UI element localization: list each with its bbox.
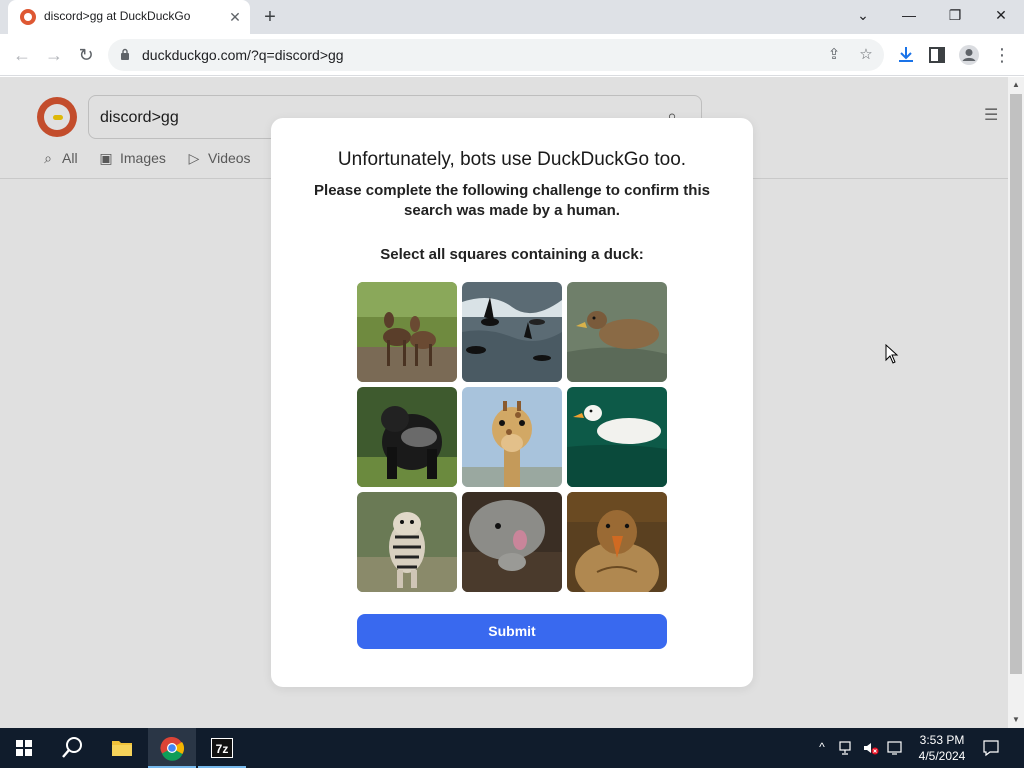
tab-title: discord>gg at DuckDuckGo [44,9,191,23]
windows-logo-icon [16,740,32,756]
challenge-tile-white-duck[interactable] [567,387,667,487]
duckduckgo-favicon-icon [20,9,36,25]
chrome-icon [160,736,185,761]
tab-strip: discord>gg at DuckDuckGo ✕ + ⌄ — ❐ ✕ [0,0,1024,34]
challenge-image-grid [357,282,667,592]
profile-avatar-icon[interactable] [958,44,980,66]
bookmark-star-icon[interactable]: ☆ [856,45,876,65]
share-icon[interactable]: ⇪ [824,45,844,65]
svg-text:7z: 7z [216,742,229,756]
close-window-button[interactable]: ✕ [978,0,1024,30]
scroll-thumb[interactable] [1010,94,1022,674]
challenge-tile-antelopes[interactable] [357,282,457,382]
taskbar-7zip[interactable]: 7z [198,728,246,768]
browser-toolbar: ← → ↻ duckduckgo.com/?q=discord>gg ⇪ ☆ ⋮ [0,34,1024,76]
tab-search-button[interactable]: ⌄ [840,0,886,30]
dialog-title: Unfortunately, bots use DuckDuckGo too. [337,149,687,170]
tray-chevron-icon[interactable]: ^ [814,740,830,756]
bot-challenge-dialog: Unfortunately, bots use DuckDuckGo too. … [271,118,753,687]
submit-button[interactable]: Submit [357,614,667,649]
7zip-icon: 7z [211,738,233,758]
browser-tab[interactable]: discord>gg at DuckDuckGo ✕ [8,0,250,34]
taskbar-search-button[interactable] [48,728,96,768]
challenge-tile-giraffe[interactable] [462,387,562,487]
page-scrollbar[interactable]: ▲ ▼ [1008,77,1024,728]
dialog-subtitle: Please complete the following challenge … [314,182,710,219]
windows-start-button[interactable] [0,728,48,768]
side-panel-icon[interactable] [926,44,948,66]
notification-center-icon[interactable] [982,739,1000,757]
scroll-down-arrow-icon[interactable]: ▼ [1008,712,1024,728]
minimize-button[interactable]: — [886,0,932,30]
restore-button[interactable]: ❐ [932,0,978,30]
taskbar-clock[interactable]: 3:53 PM 4/5/2024 [912,732,972,764]
url-text: duckduckgo.com/?q=discord>gg [142,47,344,63]
clock-time: 3:53 PM [919,733,965,747]
forward-arrow-icon[interactable]: → [40,41,68,69]
challenge-tile-duck-closeup[interactable] [567,492,667,592]
challenge-tile-koala[interactable] [462,492,562,592]
clock-date: 4/5/2024 [918,749,966,763]
download-icon[interactable] [895,44,917,66]
search-icon [62,737,82,758]
tab-close-icon[interactable]: ✕ [226,8,244,26]
new-tab-button[interactable]: + [258,6,282,28]
network-icon[interactable] [838,740,856,756]
challenge-tile-gorilla[interactable] [357,387,457,487]
taskbar-file-explorer[interactable] [98,728,146,768]
lock-icon [121,48,129,60]
display-icon[interactable] [886,740,904,756]
scroll-up-arrow-icon[interactable]: ▲ [1008,77,1024,93]
challenge-instruction: Select all squares containing a duck: [380,246,644,263]
challenge-tile-tiger[interactable] [357,492,457,592]
reload-icon[interactable]: ↻ [72,41,100,69]
mouse-cursor-icon [885,344,899,364]
challenge-tile-duck[interactable] [567,282,667,382]
taskbar-chrome[interactable] [148,728,196,768]
back-arrow-icon[interactable]: ← [8,41,36,69]
windows-taskbar: 7z ^ 3:53 PM 4/5/2024 [0,728,1024,768]
challenge-tile-orcas[interactable] [462,282,562,382]
kebab-menu-icon[interactable]: ⋮ [991,44,1013,66]
address-bar[interactable]: duckduckgo.com/?q=discord>gg ⇪ ☆ [108,39,884,71]
volume-muted-icon[interactable] [862,740,880,756]
folder-icon [112,741,132,756]
